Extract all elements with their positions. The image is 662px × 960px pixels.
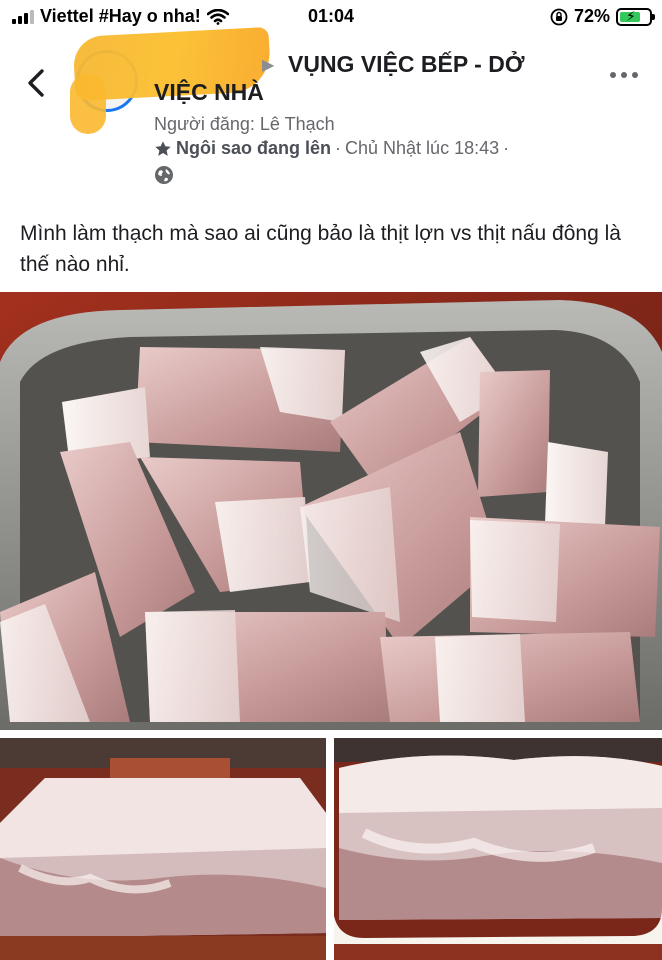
separator: · bbox=[335, 138, 342, 158]
status-left: Viettel #Hay o nha! bbox=[12, 6, 229, 27]
carrier-name: Viettel #Hay o nha! bbox=[40, 6, 201, 26]
separator: · bbox=[503, 138, 510, 158]
battery-charging-icon: ⚡ bbox=[616, 7, 655, 26]
more-horizontal-icon[interactable] bbox=[610, 70, 638, 80]
post-photo-3[interactable] bbox=[334, 738, 662, 960]
poster-name[interactable]: Người đăng: Lê Thạch bbox=[154, 114, 335, 135]
badge-label: Ngôi sao đang lên bbox=[176, 138, 332, 158]
signal-icon bbox=[12, 9, 34, 24]
post-photo-2[interactable] bbox=[0, 738, 326, 960]
globe-icon bbox=[155, 166, 173, 184]
redaction-mark bbox=[70, 74, 106, 134]
chevron-left-icon[interactable] bbox=[22, 66, 52, 100]
battery-percent: 72% bbox=[573, 6, 610, 26]
post-text: Mình làm thạch mà sao ai cũng bảo là thị… bbox=[20, 222, 621, 276]
rotation-lock-icon bbox=[550, 8, 568, 25]
photo-jelly-block-side bbox=[0, 738, 326, 960]
status-right: 72% ⚡ bbox=[550, 6, 655, 27]
photo-jelly-block-plate bbox=[334, 738, 662, 960]
charging-bolt-icon: ⚡ bbox=[626, 7, 636, 24]
star-icon bbox=[155, 140, 171, 156]
status-bar: Viettel #Hay o nha! 01:04 72% ⚡ bbox=[0, 0, 662, 34]
post-timestamp[interactable]: Chủ Nhật lúc 18:43 bbox=[345, 138, 499, 159]
wifi-icon bbox=[206, 8, 229, 25]
group-name[interactable]: VỤNG VIỆC BẾP - DỞ VIỆC NHÀ bbox=[154, 50, 574, 106]
photo-jelly-cubes-in-tray bbox=[0, 292, 662, 730]
post-meta: Ngôi sao đang lên · Chủ Nhật lúc 18:43 · bbox=[154, 138, 509, 159]
post-photo-main[interactable] bbox=[0, 292, 662, 730]
